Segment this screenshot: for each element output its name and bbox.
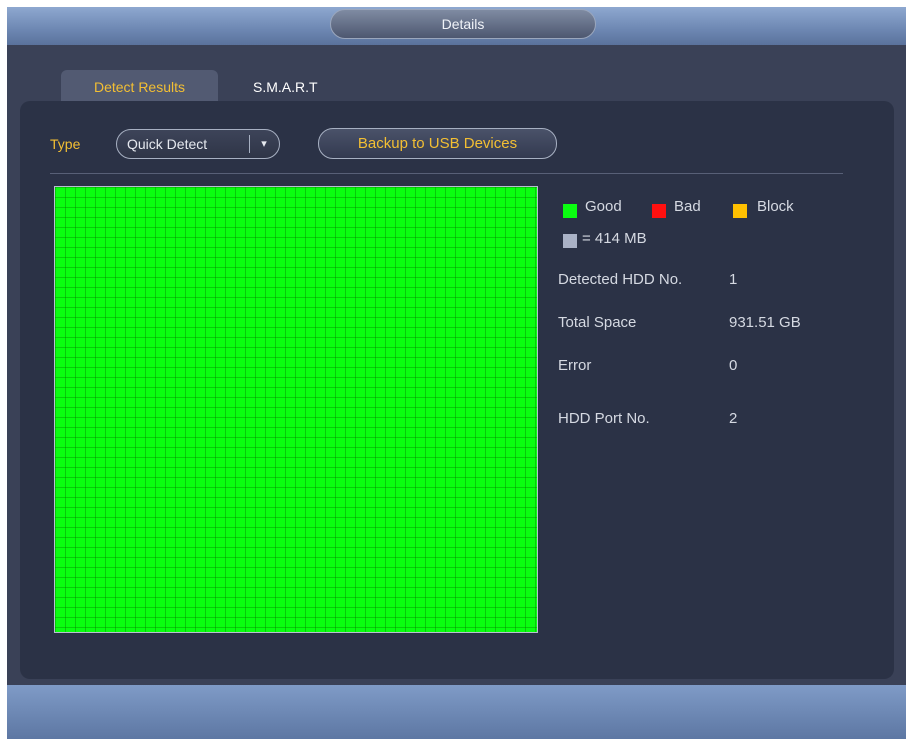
title-bar: Details — [7, 7, 906, 45]
detected-hdd-value: 1 — [729, 271, 738, 288]
detected-hdd-label: Detected HDD No. — [558, 271, 683, 288]
type-select-value: Quick Detect — [127, 136, 208, 152]
total-space-value: 931.51 GB — [729, 314, 801, 331]
divider — [50, 173, 843, 174]
tab-detect-results[interactable]: Detect Results — [61, 70, 218, 104]
legend-unit-label: = 414 MB — [582, 230, 647, 247]
legend-good-label: Good — [585, 198, 622, 215]
total-space-label: Total Space — [558, 314, 637, 331]
bad-swatch — [652, 204, 666, 218]
legend-bad-label: Bad — [674, 198, 701, 215]
backup-to-usb-button[interactable]: Backup to USB Devices — [318, 128, 557, 159]
good-swatch — [563, 204, 577, 218]
hdd-port-value: 2 — [729, 410, 738, 427]
error-value: 0 — [729, 357, 738, 374]
select-separator — [249, 135, 250, 153]
hdd-port-label: HDD Port No. — [558, 410, 650, 427]
chevron-down-icon[interactable]: ▾ — [257, 134, 271, 154]
details-window: Details Detect Results S.M.A.R.T Type Qu… — [7, 7, 906, 739]
disk-block-map — [54, 186, 538, 633]
type-select[interactable]: Quick Detect ▾ — [116, 129, 280, 159]
window-title: Details — [330, 9, 596, 39]
tab-smart[interactable]: S.M.A.R.T — [249, 70, 359, 104]
block-swatch — [733, 204, 747, 218]
error-label: Error — [558, 357, 592, 374]
unit-swatch — [563, 234, 577, 248]
type-label: Type — [50, 136, 81, 152]
footer-bar — [7, 685, 906, 739]
legend-block-label: Block — [757, 198, 794, 215]
